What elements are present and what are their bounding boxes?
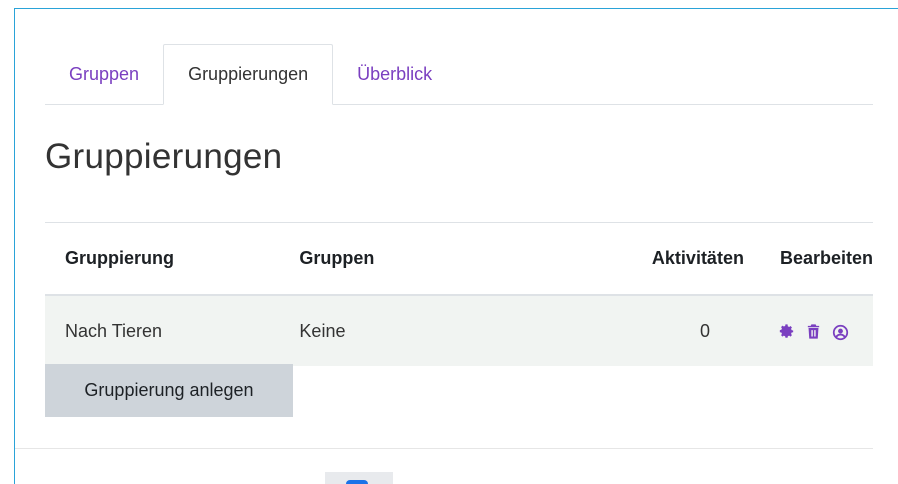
user-circle-icon[interactable]: [832, 323, 849, 340]
trash-icon[interactable]: [805, 323, 822, 340]
frame-border-top: [14, 8, 898, 9]
footer-divider: [15, 448, 873, 449]
main-content: Gruppen Gruppierungen Überblick Gruppier…: [45, 44, 873, 366]
grouping-activities: 0: [699, 320, 710, 341]
tab-bar: Gruppen Gruppierungen Überblick: [45, 44, 873, 105]
grouping-actions: [760, 295, 873, 366]
tab-gruppen[interactable]: Gruppen: [45, 44, 163, 105]
column-header-aktivitaeten: Aktivitäten: [497, 223, 760, 296]
tab-gruppierungen[interactable]: Gruppierungen: [163, 44, 334, 105]
frame-border-left: [14, 8, 15, 484]
table-header-row: Gruppierung Gruppen Aktivitäten Bearbeit…: [45, 223, 873, 296]
grouping-name: Nach Tieren: [65, 320, 163, 341]
grouping-groups: Keine: [299, 320, 346, 341]
column-header-gruppen: Gruppen: [299, 223, 498, 296]
tab-ueberblick[interactable]: Überblick: [333, 44, 456, 105]
column-header-bearbeiten: Bearbeiten: [759, 223, 873, 296]
create-grouping-button[interactable]: Gruppierung anlegen: [45, 364, 293, 417]
gear-icon[interactable]: [778, 323, 795, 340]
page-title: Gruppierungen: [45, 105, 873, 223]
bottom-indicator: [346, 480, 368, 484]
column-header-gruppierung: Gruppierung: [45, 223, 300, 296]
groupings-table: Gruppierung Gruppen Aktivitäten Bearbeit…: [45, 223, 873, 366]
table-row: Nach Tieren Keine 0: [45, 295, 873, 366]
